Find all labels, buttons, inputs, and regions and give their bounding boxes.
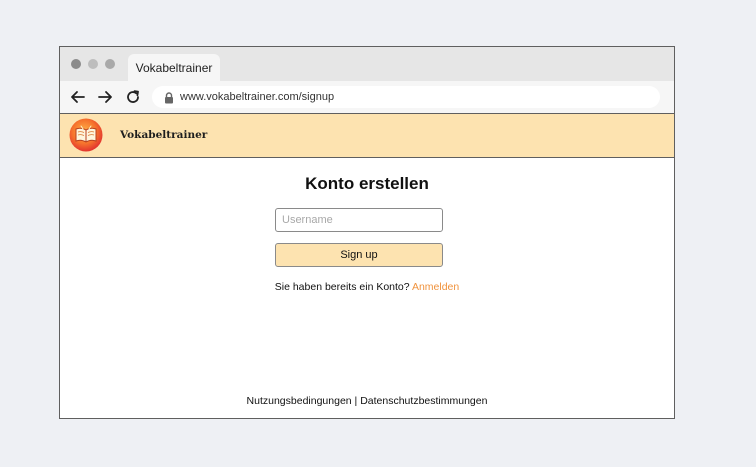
back-arrow-icon[interactable] — [69, 88, 87, 106]
privacy-link[interactable]: Datenschutzbestimmungen — [360, 395, 487, 407]
page-title: Konto erstellen — [305, 174, 429, 193]
forward-arrow-icon[interactable] — [96, 88, 114, 106]
browser-navbar: www.vokabeltrainer.com/signup — [60, 81, 674, 113]
username-input[interactable] — [275, 208, 443, 232]
signup-button[interactable]: Sign up — [275, 243, 443, 267]
browser-titlebar: Vokabeltrainer — [60, 47, 674, 81]
browser-window: Vokabeltrainer www.vokabeltrainer.com/si… — [59, 46, 675, 419]
signup-content: Konto erstellen Sign up Sie haben bereit… — [60, 158, 674, 418]
open-book-icon[interactable] — [69, 118, 103, 152]
footer-separator: | — [354, 395, 358, 407]
app-header: Vokabeltrainer — [60, 113, 674, 158]
login-prompt: Sie haben bereits ein Konto? Anmelden — [60, 281, 674, 293]
terms-link[interactable]: Nutzungsbedingungen — [247, 395, 352, 407]
login-prompt-text: Sie haben bereits ein Konto? — [274, 281, 410, 293]
window-close-dot[interactable] — [71, 59, 81, 69]
footer: Nutzungsbedingungen | Datenschutzbestimm… — [60, 395, 674, 407]
login-link[interactable]: Anmelden — [412, 281, 459, 293]
reload-icon[interactable] — [124, 88, 142, 106]
lock-icon — [164, 91, 174, 104]
address-bar[interactable]: www.vokabeltrainer.com/signup — [152, 86, 660, 108]
browser-tab[interactable]: Vokabeltrainer — [128, 54, 220, 81]
window-maximize-dot[interactable] — [105, 59, 115, 69]
brand-name: Vokabeltrainer — [120, 129, 208, 141]
url-text: www.vokabeltrainer.com/signup — [180, 91, 335, 103]
tab-title: Vokabeltrainer — [135, 61, 213, 75]
window-minimize-dot[interactable] — [88, 59, 98, 69]
